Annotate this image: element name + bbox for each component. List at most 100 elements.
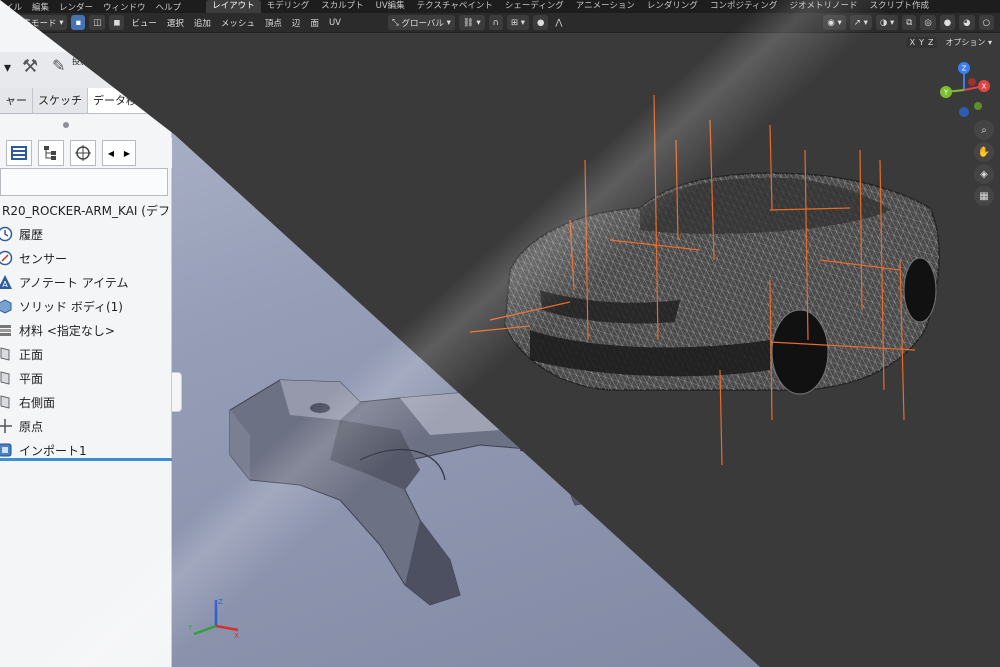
plane-icon: [0, 395, 10, 409]
menu-edit[interactable]: 編集: [27, 1, 54, 13]
menu-face[interactable]: 面: [305, 17, 324, 29]
panel-collapse-handle[interactable]: [172, 372, 182, 412]
scroll-right-icon[interactable]: ▶: [124, 149, 130, 158]
gizmo-icon: ↗: [853, 17, 861, 28]
rendered-shading-icon: ○: [982, 17, 990, 28]
plane-icon: [0, 347, 10, 361]
tree-item-sensor[interactable]: センサー: [0, 246, 172, 270]
pencil-icon[interactable]: ✎: [52, 56, 65, 75]
workspace-tab-animation[interactable]: アニメーション: [570, 0, 641, 13]
car-wireframe-mesh[interactable]: [470, 90, 990, 470]
import-icon: [0, 443, 12, 457]
workspace-tab-scripting[interactable]: スクリプト作成: [863, 0, 935, 13]
plane-icon: [0, 371, 10, 385]
tree-item-annotations[interactable]: A アノテート アイテム: [0, 270, 172, 294]
triad-z-label: Z: [218, 598, 223, 606]
menu-help[interactable]: ヘルプ: [151, 1, 187, 13]
workspace-tab-rendering[interactable]: レンダリング: [641, 0, 704, 13]
pivot-point-dropdown[interactable]: ⛓ ▾: [458, 15, 485, 30]
mirror-options-bar: X Y Z オプション ▾: [850, 33, 1000, 51]
menu-add[interactable]: 追加: [189, 17, 216, 29]
tree-item-history[interactable]: 履歴: [0, 222, 172, 246]
history-icon: [0, 226, 13, 242]
shading-wireframe-button[interactable]: ◎: [920, 15, 936, 30]
xray-icon: ⧉: [906, 17, 913, 28]
tree-root-part[interactable]: R20_ROCKER-ARM_KAI (デフ: [0, 198, 172, 222]
annotation-icon: A: [0, 275, 12, 289]
menu-uv[interactable]: UV: [324, 18, 346, 28]
svg-text:A: A: [2, 280, 8, 289]
sensor-icon: [0, 250, 13, 266]
snap-target-dropdown[interactable]: ⊞ ▾: [506, 15, 529, 30]
wireframe-shading-icon: ◎: [924, 17, 932, 28]
workspace-tab-sculpt[interactable]: スカルプト: [315, 0, 370, 13]
visibility-dropdown[interactable]: ◉ ▾: [823, 15, 846, 30]
tree-item-right-plane[interactable]: 右側面: [0, 390, 172, 414]
feature-manager-icon[interactable]: [6, 140, 32, 166]
proportional-edit-toggle[interactable]: ●: [533, 15, 549, 30]
wrench-icon[interactable]: ⚒: [22, 56, 38, 77]
material-icon: [0, 325, 11, 336]
workspace-tab-layout[interactable]: レイアウト: [206, 0, 261, 13]
overlay-toggle[interactable]: ◑ ▾: [875, 15, 899, 30]
shading-solid-button[interactable]: ●: [939, 15, 956, 30]
triad-y-label: Y: [187, 624, 193, 632]
panel-scroll-arrows: ◀ ▶: [102, 140, 136, 166]
panel-splitter-handle[interactable]: [63, 122, 69, 128]
tree-item-front-plane[interactable]: 正面: [0, 342, 172, 366]
tree-item-label: 正面: [19, 347, 44, 362]
gizmo-neg-x-handle[interactable]: [968, 78, 976, 86]
menu-select[interactable]: 選択: [162, 17, 189, 29]
shading-material-button[interactable]: ◕: [959, 15, 975, 30]
manager-icon-bar: ◀ ▶: [0, 138, 172, 168]
tree-item-top-plane[interactable]: 平面: [0, 366, 172, 390]
tree-item-label: 右側面: [19, 395, 56, 410]
workspace-tab-uv-editing[interactable]: UV編集: [370, 0, 411, 13]
face-select-button[interactable]: ◼: [109, 15, 125, 30]
tree-item-label: アノテート アイテム: [19, 275, 129, 290]
options-label: オプション: [945, 37, 986, 47]
tree-item-solid-bodies[interactable]: ソリッド ボディ(1): [0, 294, 172, 318]
solid-body-icon: [0, 299, 12, 314]
transform-orientation-dropdown[interactable]: ⤡ グローバル ▾: [388, 15, 455, 30]
menu-vertex[interactable]: 頂点: [260, 17, 287, 29]
axis-triad: Z X Y: [187, 598, 239, 640]
workspace-tab-texture-paint[interactable]: テクスチャペイント: [411, 0, 499, 13]
property-manager-icon[interactable]: [38, 140, 64, 166]
gizmo-toggle[interactable]: ↗ ▾: [849, 15, 872, 30]
tree-item-material[interactable]: 材料 <指定なし>: [0, 318, 172, 342]
tree-item-origin[interactable]: 原点: [0, 414, 172, 438]
workspace-tab-compositing[interactable]: コンポジティング: [704, 0, 784, 13]
options-dropdown[interactable]: オプション ▾: [945, 37, 992, 48]
workspace-tab-modeling[interactable]: モデリング: [261, 0, 316, 13]
snap-toggle[interactable]: ∩: [488, 15, 503, 30]
screenshot-composite: イル 編集 レンダー ウィンドウ ヘルプ レイアウト モデリング スカルプト U…: [0, 0, 1000, 667]
tab-sketch[interactable]: スケッチ: [33, 88, 88, 113]
menu-edge[interactable]: 辺: [287, 17, 306, 29]
falloff-icon[interactable]: ⋀: [550, 18, 567, 28]
menu-window[interactable]: ウィンドウ: [98, 1, 151, 13]
shading-rendered-button[interactable]: ○: [978, 15, 994, 30]
menu-mesh[interactable]: メッシュ: [216, 17, 260, 29]
vertex-select-button[interactable]: ▪: [71, 15, 86, 30]
workspace-tab-geometry-nodes[interactable]: ジオメトリノード: [783, 0, 863, 13]
material-shading-icon: ◕: [963, 17, 971, 28]
eye-icon: ◉: [827, 17, 835, 28]
menu-render[interactable]: レンダー: [54, 1, 98, 13]
transform-orientation-label: グローバル: [401, 18, 444, 29]
mirror-y-toggle[interactable]: Y: [919, 38, 924, 47]
workspace-tab-shading[interactable]: シェーディング: [499, 0, 570, 13]
menu-view[interactable]: ビュー: [126, 17, 162, 29]
tab-features[interactable]: ャー: [0, 88, 33, 113]
tool-dropdown-icon[interactable]: ▾: [4, 60, 11, 76]
origin-icon: [0, 419, 12, 433]
mirror-x-toggle[interactable]: X: [910, 38, 915, 47]
mirror-z-toggle[interactable]: Z: [928, 38, 933, 47]
xray-toggle[interactable]: ⧉: [902, 15, 917, 30]
top-menu-bar: イル 編集 レンダー ウィンドウ ヘルプ レイアウト モデリング スカルプト U…: [0, 0, 1000, 13]
configuration-manager-icon[interactable]: [70, 140, 96, 166]
selection-highlight-bar: [0, 458, 172, 461]
tree-item-label: ソリッド ボディ(1): [19, 299, 123, 314]
scroll-left-icon[interactable]: ◀: [108, 149, 114, 158]
edge-select-button[interactable]: ◫: [89, 15, 106, 30]
